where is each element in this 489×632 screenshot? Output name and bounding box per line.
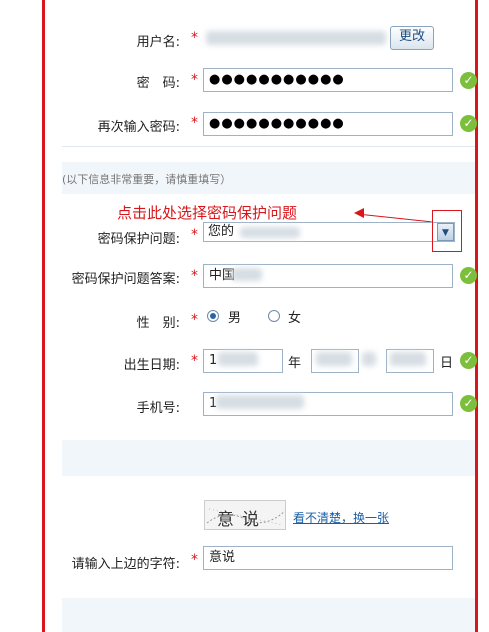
annotation-frame-right (475, 0, 478, 632)
captcha-input[interactable]: 意说 (203, 546, 453, 570)
dropdown-arrow-icon[interactable]: ▼ (437, 223, 454, 241)
divider (62, 146, 475, 147)
annotation-frame-left (42, 0, 45, 632)
annotation-arrowhead (354, 208, 364, 218)
required-mark: * (191, 353, 198, 369)
required-mark: * (191, 552, 198, 568)
question-text-redacted (240, 227, 300, 238)
valid-check-icon: ✓ (460, 395, 477, 412)
section-band (62, 598, 475, 632)
valid-check-icon: ✓ (460, 115, 477, 132)
required-mark: * (191, 227, 198, 243)
security-question-selected: 您的 (208, 224, 235, 239)
month-unit-redacted (362, 352, 376, 366)
captcha-input-value: 意说 (209, 550, 236, 565)
gender-female-label: 女 (288, 311, 302, 326)
required-mark: * (191, 115, 198, 131)
required-mark: * (191, 72, 198, 88)
password-confirm-label: 再次输入密码: (97, 120, 180, 135)
captcha-image: 意说 (204, 500, 286, 530)
captcha-text: 意说 (217, 510, 267, 530)
answer-text-redacted (232, 268, 262, 281)
gender-female-radio[interactable] (268, 310, 280, 322)
section-note: (以下信息非常重要，请慎重填写） (62, 173, 232, 186)
refresh-captcha-link[interactable]: 看不清楚，换一张 (293, 509, 389, 526)
username-label: 用户名: (136, 35, 180, 50)
birth-month-redacted (316, 352, 352, 366)
username-value-redacted (206, 31, 386, 45)
password-confirm-input[interactable]: ●●●●●●●●●●● (203, 112, 453, 136)
gender-male-label: 男 (228, 311, 242, 326)
security-answer-label: 密码保护问题答案: (71, 272, 180, 287)
password-input[interactable]: ●●●●●●●●●●● (203, 68, 453, 92)
required-mark: * (191, 312, 198, 328)
required-mark: * (191, 268, 198, 284)
required-mark: * (191, 30, 198, 46)
change-username-button[interactable]: 更改 (390, 26, 434, 50)
birth-day-redacted (390, 352, 426, 366)
captcha-label: 请输入上边的字符: (71, 557, 180, 572)
gender-male-radio[interactable] (207, 310, 219, 322)
birth-year-redacted (218, 352, 258, 366)
valid-check-icon: ✓ (460, 267, 477, 284)
annotation-text: 点击此处选择密码保护问题 (117, 204, 298, 222)
mobile-redacted (216, 395, 304, 409)
gender-label: 性 别: (136, 316, 180, 331)
section-band (62, 440, 475, 476)
valid-check-icon: ✓ (460, 72, 477, 89)
security-question-label: 密码保护问题: (97, 232, 180, 247)
birthdate-label: 出生日期: (123, 358, 180, 373)
valid-check-icon: ✓ (460, 352, 477, 369)
password-label: 密 码: (136, 76, 180, 91)
day-unit-label: 日 (440, 356, 454, 371)
mobile-label: 手机号: (136, 401, 180, 416)
year-unit-label: 年 (288, 356, 302, 371)
birth-year-value: 1 (209, 353, 218, 368)
